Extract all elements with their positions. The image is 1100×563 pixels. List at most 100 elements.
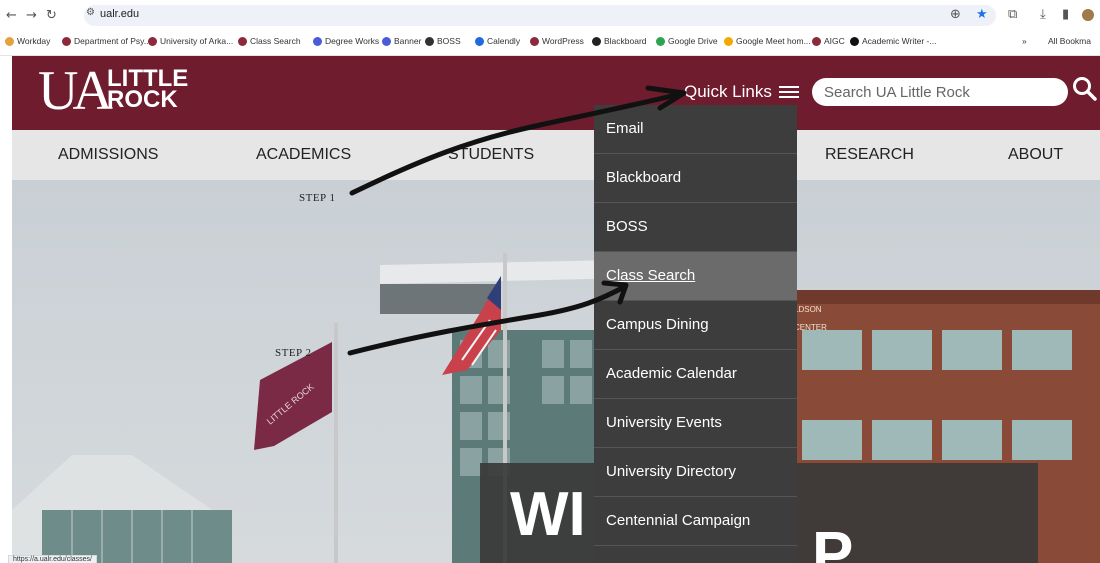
quick-link-label: University Events: [606, 414, 722, 431]
quick-link-item[interactable]: University Events: [594, 399, 797, 448]
quick-link-label: Centennial Campaign: [606, 512, 751, 529]
bookmark-favicon-icon: [382, 36, 391, 46]
nav-admissions[interactable]: ADMISSIONS: [58, 146, 158, 164]
bookmark-favicon-icon: [592, 36, 601, 46]
reload-icon[interactable]: ↻: [46, 8, 57, 23]
bookmark-favicon-icon: [148, 36, 157, 46]
bookmark-label: University of Arka...: [160, 36, 234, 46]
bookmark-label: Blackboard: [604, 36, 647, 46]
nav-students[interactable]: STUDENTS: [448, 146, 534, 164]
bookmark-favicon-icon: [530, 36, 539, 46]
quick-link-item[interactable]: BOSS: [594, 203, 797, 252]
bookmark-item[interactable]: Google Drive: [656, 36, 718, 46]
bookmark-item[interactable]: Class Search: [238, 36, 301, 46]
bookmark-label: Google Drive: [668, 36, 718, 46]
browser-toolbar: ← → ↻ ⚙ ualr.edu ⊕ ★ ⧉ ⤓ ▮: [0, 0, 1100, 30]
bookmark-item[interactable]: Degree Works: [313, 36, 379, 46]
nav-research[interactable]: RESEARCH: [825, 146, 914, 164]
bookmark-favicon-icon: [5, 36, 14, 46]
hero-image: LDSON CENTER LITTLE ROCK WI P: [12, 180, 1100, 563]
quick-link-item[interactable]: University Directory: [594, 448, 797, 497]
step1-label: STEP 1: [299, 192, 336, 204]
nav-about[interactable]: ABOUT: [1008, 146, 1063, 164]
url-text[interactable]: ualr.edu: [100, 8, 139, 20]
quick-link-label: Email: [606, 120, 644, 137]
bookmark-label: WordPress: [542, 36, 584, 46]
status-bar-url: https://a.ualr.edu/classes/: [8, 555, 97, 563]
bookmark-item[interactable]: AIGC: [812, 36, 845, 46]
bookmark-label: Calendly: [487, 36, 521, 46]
bookmark-label: Degree Works: [325, 36, 380, 46]
bookmark-label: AIGC: [824, 36, 845, 46]
quick-link-item[interactable]: Blackboard: [594, 154, 797, 203]
bookmark-favicon-icon: [724, 36, 733, 46]
quick-link-label: Campus Dining: [606, 316, 709, 333]
bookmark-item[interactable]: Banner: [382, 36, 421, 46]
bookmark-item[interactable]: Blackboard: [592, 36, 647, 46]
quick-link-item[interactable]: Academic Calendar: [594, 350, 797, 399]
quick-link-label: Blackboard: [606, 169, 682, 186]
bookmark-label: Banner: [394, 36, 422, 46]
bookmark-favicon-icon: [812, 36, 821, 46]
hamburger-icon: [778, 86, 799, 98]
bookmark-item[interactable]: Academic Writer -...: [850, 36, 936, 46]
quick-link-item[interactable]: Email: [594, 105, 797, 154]
extensions-icon[interactable]: ⧉: [1008, 7, 1017, 22]
quick-link-item[interactable]: Campus Dining: [594, 301, 797, 350]
zoom-icon[interactable]: ⊕: [950, 7, 961, 22]
quick-link-item[interactable]: Centennial Campaign: [594, 497, 797, 546]
quick-links-label: Quick Links: [684, 82, 772, 101]
avatar[interactable]: [1082, 9, 1094, 21]
bookmark-favicon-icon: [313, 36, 322, 46]
bookmark-star-icon[interactable]: ★: [976, 7, 988, 22]
bookmark-favicon-icon: [656, 36, 665, 46]
bookmark-label: Academic Writer -...: [862, 36, 937, 46]
bookmark-label: Class Search: [250, 36, 301, 46]
quick-link-label: BOSS: [606, 218, 648, 235]
download-icon[interactable]: ⤓: [1040, 7, 1046, 22]
all-bookmarks-button[interactable]: All Bookma: [1048, 36, 1091, 46]
bookmark-item[interactable]: BOSS: [425, 36, 461, 46]
bookmark-item[interactable]: University of Arka...: [148, 36, 233, 46]
campus-photo: LDSON CENTER LITTLE ROCK WI P: [12, 180, 1100, 563]
bookmark-favicon-icon: [238, 36, 247, 46]
step2-label: STEP 2: [275, 347, 312, 359]
quick-link-item[interactable]: Class Search: [594, 252, 797, 301]
svg-text:CENTER: CENTER: [794, 323, 827, 332]
bookmark-item[interactable]: WordPress: [530, 36, 584, 46]
bookmark-item[interactable]: Calendly: [475, 36, 520, 46]
bookmark-item[interactable]: Workday: [5, 36, 50, 46]
site-search-input[interactable]: [812, 78, 1068, 106]
search-icon[interactable]: [1072, 76, 1098, 102]
bookmark-label: Department of Psy...: [74, 36, 151, 46]
bookmark-item[interactable]: Google Meet hom...: [724, 36, 811, 46]
quick-links-menu: Email Blackboard BOSS Class Search Campus Di…: [594, 105, 797, 563]
bookmark-label: BOSS: [437, 36, 461, 46]
forward-icon[interactable]: →: [26, 8, 37, 23]
address-bar[interactable]: [84, 5, 996, 26]
bookmark-favicon-icon: [850, 36, 859, 46]
bookmark-label: Workday: [17, 36, 51, 46]
svg-text:P: P: [812, 520, 853, 563]
hero-headline-partial: WI: [510, 480, 586, 549]
back-icon[interactable]: ←: [6, 8, 17, 23]
logo-line-rock: ROCK: [107, 86, 178, 113]
bookmark-favicon-icon: [475, 36, 484, 46]
bookmark-label: Google Meet hom...: [736, 36, 811, 46]
sidepanel-icon[interactable]: ▮: [1062, 7, 1069, 22]
main-nav: ADMISSIONS ACADEMICS STUDENTS RESEARCH A…: [12, 130, 1100, 180]
nav-academics[interactable]: ACADEMICS: [256, 146, 351, 164]
site-header: UA LITTLE ROCK Quick Links: [12, 56, 1100, 130]
quick-link-label: Class Search: [606, 267, 696, 284]
bookmark-favicon-icon: [425, 36, 434, 46]
bookmark-favicon-icon: [62, 36, 71, 46]
bookmarks-bar: Workday Department of Psy... University of…: [0, 30, 1100, 56]
quick-links-button[interactable]: Quick Links: [684, 82, 799, 102]
bookmark-item[interactable]: Department of Psy...: [62, 36, 151, 46]
site-info-icon[interactable]: ⚙: [86, 7, 95, 18]
quick-link-label: University Directory: [606, 463, 737, 480]
quick-link-label: Academic Calendar: [606, 365, 737, 382]
logo-ua-mark: UA: [38, 60, 113, 122]
svg-text:LDSON: LDSON: [794, 305, 822, 314]
bookmarks-overflow-button[interactable]: »: [1022, 36, 1027, 46]
